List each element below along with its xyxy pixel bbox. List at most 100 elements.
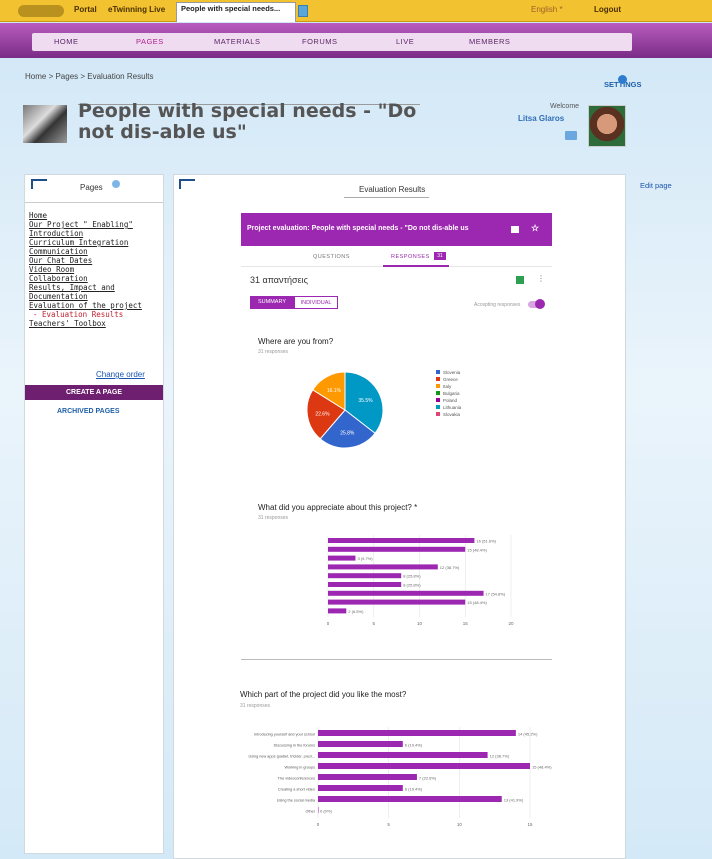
etwinning-logo[interactable] <box>18 5 64 17</box>
question-1-title: Where are you from? <box>258 337 334 346</box>
star-icon[interactable]: ☆ <box>531 223 539 234</box>
tab-responses[interactable]: RESPONSES <box>391 254 430 260</box>
response-count: 31 απαντήσεις <box>250 275 308 285</box>
bar <box>328 590 484 596</box>
create-page-button[interactable]: CREATE A PAGE <box>25 385 163 400</box>
sidebar-item[interactable]: Our Chat Dates <box>29 256 159 265</box>
legend-swatch <box>436 398 440 402</box>
portal-link[interactable]: Portal <box>74 5 97 14</box>
pie-label: 22.6% <box>315 411 330 417</box>
bar <box>328 599 466 605</box>
bar <box>328 608 347 614</box>
x-tick-label: 10 <box>417 621 423 626</box>
sidebar-item[interactable]: Documentation <box>29 292 159 301</box>
question-3-title: Which part of the project did you like t… <box>240 690 407 699</box>
legend-label: Poland <box>443 398 458 403</box>
nav-home[interactable]: HOME <box>54 37 79 46</box>
more-options-icon[interactable]: ⋮ <box>537 274 545 283</box>
individual-toggle[interactable]: INDIVIDUAL <box>294 296 338 309</box>
main-title-underline <box>344 197 429 198</box>
nav-members[interactable]: MEMBERS <box>469 37 510 46</box>
category-label: Creating a short video <box>278 788 315 792</box>
legend-swatch <box>436 370 440 374</box>
nav-live[interactable]: LIVE <box>396 37 414 46</box>
sidebar-item[interactable]: Video Room <box>29 265 159 274</box>
pie-label: 35.5% <box>358 398 373 404</box>
legend-swatch <box>436 391 440 395</box>
sidebar-item[interactable]: Evaluation of the project <box>29 301 159 310</box>
info-icon[interactable] <box>112 180 120 188</box>
bar-value-label: 8 (25.8%) <box>403 583 421 588</box>
sidebar-item[interactable]: Curriculum Integration <box>29 238 159 247</box>
accepting-switch[interactable] <box>528 299 545 309</box>
question-2-sub: 31 responses <box>258 515 289 521</box>
bar-value-label: 15 (48.4%) <box>467 600 487 605</box>
x-tick-label: 5 <box>372 621 375 626</box>
bar <box>318 807 319 813</box>
bar-value-label: 15 (48.4%) <box>532 765 552 770</box>
nav-inner: HOME PAGES MATERIALS FORUMS LIVE MEMBERS <box>32 33 632 51</box>
sidebar-item[interactable]: Home <box>29 211 159 220</box>
x-tick-label: 15 <box>463 621 469 626</box>
avatar[interactable] <box>588 105 626 147</box>
bar <box>318 785 403 791</box>
bar-chart-liked: 0 5 10 15 14 (45.2%) Introducing yourself and… <box>249 727 552 827</box>
bar <box>328 538 475 543</box>
bar-value-label: 0 (0%) <box>320 809 332 814</box>
tab-dropdown-icon[interactable] <box>298 5 308 17</box>
page-title: People with special needs - "Do not dis-… <box>78 100 417 143</box>
category-label: Introducing yourself and your school <box>254 733 315 737</box>
project-tab[interactable]: People with special needs... <box>176 2 296 22</box>
legend-label: Slovenia <box>443 370 461 375</box>
sidebar-item[interactable]: Communication <box>29 247 159 256</box>
archived-pages-link[interactable]: ARCHIVED PAGES <box>57 408 120 415</box>
summary-toggle[interactable]: SUMMARY <box>250 296 294 309</box>
nav-forums[interactable]: FORUMS <box>302 37 338 46</box>
logout-link[interactable]: Logout <box>594 5 621 14</box>
bar-value-label: 7 (22.6%) <box>419 776 437 781</box>
mail-icon[interactable] <box>565 131 577 140</box>
bar <box>328 582 402 587</box>
legend-label: Bulgaria <box>443 391 460 396</box>
change-order-link[interactable]: Change order <box>96 370 145 379</box>
bar <box>318 796 502 802</box>
sidebar-item[interactable]: Results, Impact and <box>29 283 159 292</box>
question-1-sub: 31 responses <box>258 349 289 355</box>
sidebar-item[interactable]: Our Project " Enabling" <box>29 220 159 229</box>
bar <box>318 752 488 758</box>
sidebar-item-active[interactable]: - Evaluation Results <box>29 310 159 319</box>
category-label: Discussing in the forums <box>274 744 315 748</box>
pages-sidebar: Pages Home Our Project " Enabling" Introdu… <box>24 174 164 854</box>
legend-label: Italy <box>443 384 452 389</box>
user-name-link[interactable]: Litsa Glaros <box>518 114 564 123</box>
section-divider <box>241 659 552 660</box>
language-select[interactable]: English * <box>531 5 563 14</box>
legend-label: Slovakia <box>443 412 461 417</box>
settings-icon[interactable] <box>618 75 627 84</box>
x-tick-label: 5 <box>387 822 390 827</box>
spreadsheet-icon[interactable] <box>516 276 524 284</box>
sidebar-item[interactable]: Introduction <box>29 229 159 238</box>
pie-label: 16.1% <box>327 388 342 394</box>
sidebar-item[interactable]: Teachers' Toolbox <box>29 319 159 328</box>
responses-badge: 31 <box>434 252 446 260</box>
bar-value-label: 6 (19.4%) <box>405 787 423 792</box>
etwinning-live-link[interactable]: eTwinning Live <box>108 5 165 14</box>
edit-page-link[interactable]: Edit page <box>640 181 672 190</box>
breadcrumb[interactable]: Home > Pages > Evaluation Results <box>25 72 154 81</box>
main-nav: HOME PAGES MATERIALS FORUMS LIVE MEMBERS <box>0 23 712 58</box>
pie-chart: 35.5% 25.8% 22.6% 16.1% Slovenia Greece Italy B… <box>306 370 462 449</box>
folder-icon[interactable] <box>511 226 519 233</box>
accepting-label: Accepting responses <box>474 302 521 308</box>
panel-corner-icon <box>179 179 195 189</box>
bar-value-label: 15 (48.4%) <box>467 547 487 552</box>
category-label: Other <box>306 810 316 814</box>
nav-pages[interactable]: PAGES <box>136 37 164 46</box>
nav-materials[interactable]: MATERIALS <box>214 37 260 46</box>
tab-questions[interactable]: QUESTIONS <box>313 254 350 260</box>
pie-label: 25.8% <box>340 431 355 437</box>
bar <box>318 763 530 769</box>
sidebar-title: Pages <box>80 183 103 192</box>
bar <box>318 730 516 736</box>
sidebar-item[interactable]: Collaboration <box>29 274 159 283</box>
